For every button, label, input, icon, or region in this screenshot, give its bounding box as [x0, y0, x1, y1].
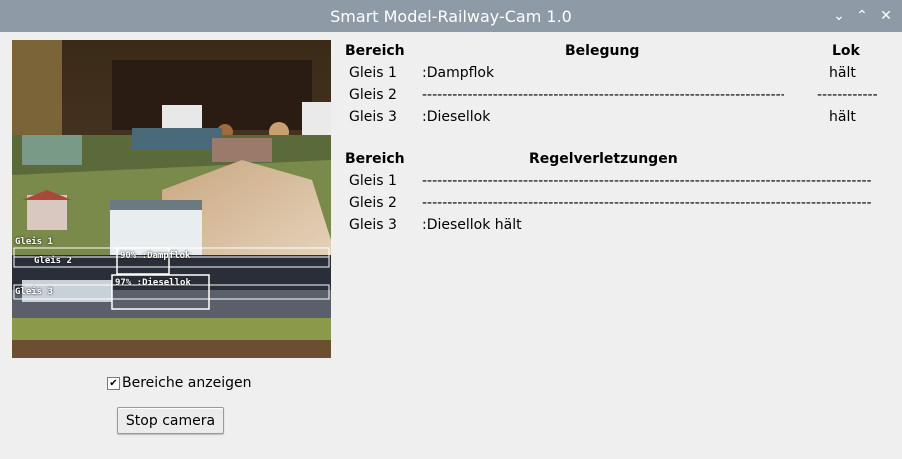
violations-row-1-value: ----------------------------------------… [422, 173, 872, 189]
occupancy-row-1-occupancy: :Dampflok [422, 65, 495, 81]
violations-row-2-area: Gleis 2 [349, 195, 397, 211]
occupancy-row-3-loco: hält [829, 109, 856, 125]
occupancy-row-2-loco: ------------- [817, 87, 877, 103]
violations-row-2-value: ----------------------------------------… [422, 195, 872, 211]
stop-camera-button[interactable]: Stop camera [117, 407, 224, 434]
violations-header-area: Bereich [345, 151, 405, 167]
maximize-icon[interactable]: ⌃ [853, 7, 871, 25]
detection-label-dampflok: 90% :Dampflok [120, 251, 191, 261]
occupancy-row-3-area: Gleis 3 [349, 109, 397, 125]
region-label-gleis-3: Gleis 3 [15, 287, 53, 297]
detection-label-diesellok: 97% :Diesellok [115, 278, 191, 288]
camera-view: Gleis 1 Gleis 2 Gleis 3 90% :Dampflok 97… [12, 40, 331, 358]
occupancy-header-loco: Lok [832, 43, 860, 59]
occupancy-row-2-area: Gleis 2 [349, 87, 397, 103]
camera-frame [12, 40, 331, 358]
app-window: Smart Model-Railway-Cam 1.0 ⌄ ⌃ ✕ Gleis … [0, 0, 902, 459]
occupancy-row-3-occupancy: :Diesellok [422, 109, 491, 125]
region-label-gleis-1: Gleis 1 [15, 237, 53, 247]
show-regions-label: Bereiche anzeigen [122, 375, 252, 391]
violations-header-rules: Regelverletzungen [529, 151, 678, 167]
close-icon[interactable]: ✕ [877, 7, 895, 25]
title-bar[interactable]: Smart Model-Railway-Cam 1.0 ⌄ ⌃ ✕ [0, 0, 902, 32]
violations-row-3-value: :Diesellok hält [422, 217, 522, 233]
violations-row-1-area: Gleis 1 [349, 173, 397, 189]
minimize-icon[interactable]: ⌄ [830, 7, 848, 25]
show-regions-checkbox[interactable]: ✔ [107, 377, 120, 390]
occupancy-header-area: Bereich [345, 43, 405, 59]
window-title: Smart Model-Railway-Cam 1.0 [330, 7, 572, 26]
occupancy-row-1-loco: hält [829, 65, 856, 81]
occupancy-header-occupancy: Belegung [565, 43, 640, 59]
occupancy-row-1-area: Gleis 1 [349, 65, 397, 81]
main-content: Gleis 1 Gleis 2 Gleis 3 90% :Dampflok 97… [2, 32, 900, 457]
region-label-gleis-2: Gleis 2 [34, 256, 72, 266]
violations-row-3-area: Gleis 3 [349, 217, 397, 233]
occupancy-row-2-occupancy: ----------------------------------------… [422, 87, 784, 103]
